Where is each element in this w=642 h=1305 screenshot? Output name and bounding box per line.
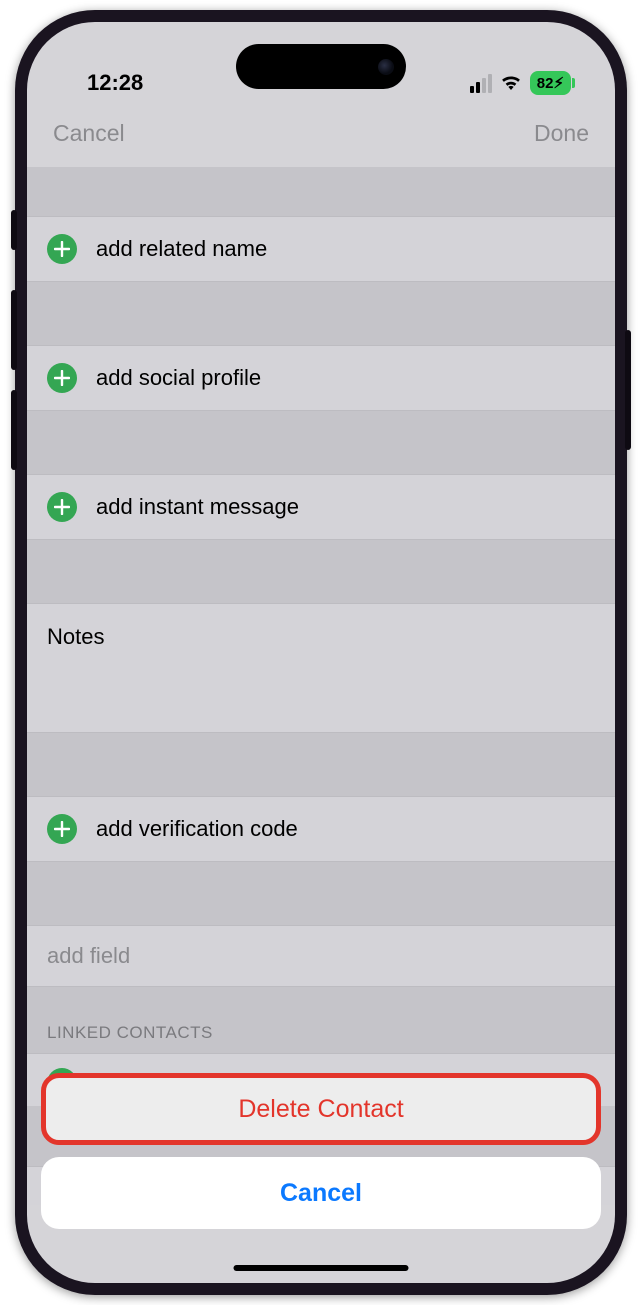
add-related-name-row[interactable]: add related name bbox=[27, 216, 615, 282]
charging-icon: ⚡︎ bbox=[553, 74, 564, 92]
volume-up-button bbox=[11, 290, 17, 370]
add-instant-message-row[interactable]: add instant message bbox=[27, 474, 615, 540]
screen: 12:28 82⚡︎ Cancel Done bbox=[27, 22, 615, 1283]
silence-switch bbox=[11, 210, 17, 250]
row-label: add social profile bbox=[96, 365, 261, 391]
battery-percent: 82 bbox=[537, 75, 554, 92]
cancel-button[interactable]: Cancel bbox=[53, 120, 125, 147]
add-field-row[interactable]: add field bbox=[27, 925, 615, 987]
dynamic-island bbox=[236, 44, 406, 89]
row-label: add related name bbox=[96, 236, 267, 262]
done-button[interactable]: Done bbox=[534, 120, 589, 147]
front-camera bbox=[378, 59, 394, 75]
linked-contacts-header: LINKED CONTACTS bbox=[27, 987, 615, 1053]
button-label: Delete Contact bbox=[238, 1095, 403, 1124]
plus-icon bbox=[47, 492, 77, 522]
home-indicator[interactable] bbox=[234, 1265, 409, 1271]
power-button bbox=[625, 330, 631, 450]
add-social-profile-row[interactable]: add social profile bbox=[27, 345, 615, 411]
volume-down-button bbox=[11, 390, 17, 470]
row-label: add instant message bbox=[96, 494, 299, 520]
delete-contact-button[interactable]: Delete Contact bbox=[41, 1073, 601, 1145]
action-sheet: Delete Contact Cancel bbox=[27, 1073, 615, 1283]
row-label: add verification code bbox=[96, 816, 298, 842]
contact-edit-form: add related name add social profile add … bbox=[27, 167, 615, 1205]
row-label: add field bbox=[47, 943, 130, 968]
button-label: Cancel bbox=[280, 1179, 362, 1208]
plus-icon bbox=[47, 234, 77, 264]
cellular-signal-icon bbox=[470, 74, 492, 93]
add-verification-code-row[interactable]: add verification code bbox=[27, 796, 615, 862]
plus-icon bbox=[47, 363, 77, 393]
action-sheet-cancel-button[interactable]: Cancel bbox=[41, 1157, 601, 1229]
notes-label: Notes bbox=[47, 624, 104, 649]
phone-frame: 12:28 82⚡︎ Cancel Done bbox=[15, 10, 627, 1295]
navigation-bar: Cancel Done bbox=[27, 102, 615, 167]
battery-indicator: 82⚡︎ bbox=[530, 71, 571, 95]
notes-field[interactable]: Notes bbox=[27, 603, 615, 733]
status-time: 12:28 bbox=[67, 70, 143, 96]
plus-icon bbox=[47, 814, 77, 844]
wifi-icon bbox=[500, 70, 522, 96]
